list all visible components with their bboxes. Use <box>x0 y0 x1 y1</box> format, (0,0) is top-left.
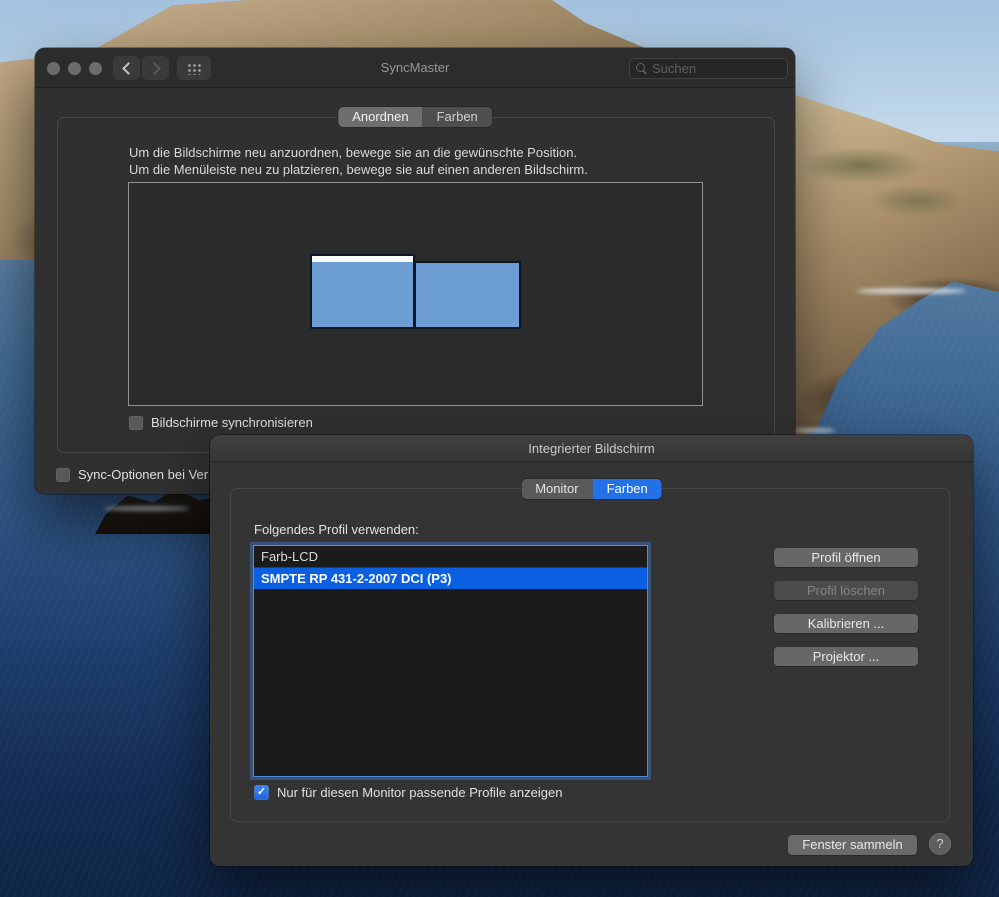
integrated-display-titlebar[interactable]: Integrierter Bildschirm <box>210 435 973 462</box>
back-button[interactable] <box>113 56 140 80</box>
sync-options-row: Sync-Optionen bei Ver <box>56 467 208 482</box>
tab-farben[interactable]: Farben <box>592 479 662 499</box>
filter-profiles-checkbox[interactable]: ✓ <box>254 785 269 800</box>
color-pane: Folgendes Profil verwenden: Farb-LCD SMP… <box>230 488 950 822</box>
grid-icon <box>185 61 203 75</box>
gather-windows-button[interactable]: Fenster sammeln <box>788 835 917 855</box>
show-all-button[interactable] <box>177 56 211 80</box>
profile-row-farb-lcd[interactable]: Farb-LCD <box>254 546 647 568</box>
secondary-display-thumbnail[interactable] <box>414 261 521 329</box>
wallpaper-surf <box>856 288 966 294</box>
traffic-lights <box>47 62 102 75</box>
menu-bar-strip[interactable] <box>312 256 413 262</box>
color-profile-list[interactable]: Farb-LCD SMPTE RP 431-2-2007 DCI (P3) <box>253 545 648 777</box>
open-profile-button[interactable]: Profil öffnen <box>774 548 918 567</box>
sync-options-label: Sync-Optionen bei Ver <box>78 467 209 482</box>
search-field[interactable]: Suchen <box>629 58 788 79</box>
arrangement-pane: Um die Bildschirme neu anzuordnen, beweg… <box>57 117 775 453</box>
close-button[interactable] <box>47 62 60 75</box>
desktop: SyncMaster Suchen Anordnen Farben Um die… <box>0 0 999 897</box>
delete-profile-button[interactable]: Profil löschen <box>774 581 918 600</box>
mirror-displays-label: Bildschirme synchronisieren <box>151 415 313 430</box>
projector-button[interactable]: Projektor ... <box>774 647 918 666</box>
window-title: Integrierter Bildschirm <box>528 441 655 456</box>
filter-profiles-row: ✓ Nur für diesen Monitor passende Profil… <box>254 785 562 800</box>
forward-button[interactable] <box>142 56 169 80</box>
display-arrangement-canvas <box>128 182 703 406</box>
profile-section-label: Folgendes Profil verwenden: <box>254 522 419 537</box>
syncmaster-titlebar[interactable]: SyncMaster Suchen <box>35 48 795 88</box>
profile-row-smpte-selected[interactable]: SMPTE RP 431-2-2007 DCI (P3) <box>254 568 647 589</box>
filter-profiles-label: Nur für diesen Monitor passende Profile … <box>277 785 563 800</box>
help-button[interactable]: ? <box>929 833 951 855</box>
tab-farben[interactable]: Farben <box>422 107 492 127</box>
chevron-left-icon <box>121 61 135 75</box>
zoom-button[interactable] <box>89 62 102 75</box>
mirror-displays-row: Bildschirme synchronisieren <box>129 415 313 430</box>
sync-options-checkbox[interactable] <box>56 467 70 482</box>
arrangement-instructions: Um die Bildschirme neu anzuordnen, beweg… <box>129 144 588 178</box>
nav-buttons <box>113 56 169 80</box>
minimize-button[interactable] <box>68 62 81 75</box>
instruction-line-2: Um die Menüleiste neu zu platzieren, bew… <box>129 162 588 177</box>
chevron-right-icon <box>147 61 161 75</box>
tab-monitor[interactable]: Monitor <box>521 479 593 499</box>
tab-anordnen[interactable]: Anordnen <box>338 107 423 127</box>
mirror-displays-checkbox[interactable] <box>129 415 143 430</box>
wallpaper-surf <box>793 428 835 433</box>
primary-display-thumbnail[interactable] <box>310 254 415 329</box>
display-tabs: Monitor Farben <box>521 479 662 499</box>
wallpaper-surf <box>104 506 190 511</box>
search-icon <box>636 63 647 74</box>
calibrate-button[interactable]: Kalibrieren ... <box>774 614 918 633</box>
search-placeholder: Suchen <box>652 61 697 76</box>
syncmaster-window: SyncMaster Suchen Anordnen Farben Um die… <box>35 48 795 494</box>
arrangement-tabs: Anordnen Farben <box>338 107 492 127</box>
instruction-line-1: Um die Bildschirme neu anzuordnen, beweg… <box>129 145 578 160</box>
integrated-display-window: Integrierter Bildschirm Monitor Farben F… <box>210 435 973 866</box>
